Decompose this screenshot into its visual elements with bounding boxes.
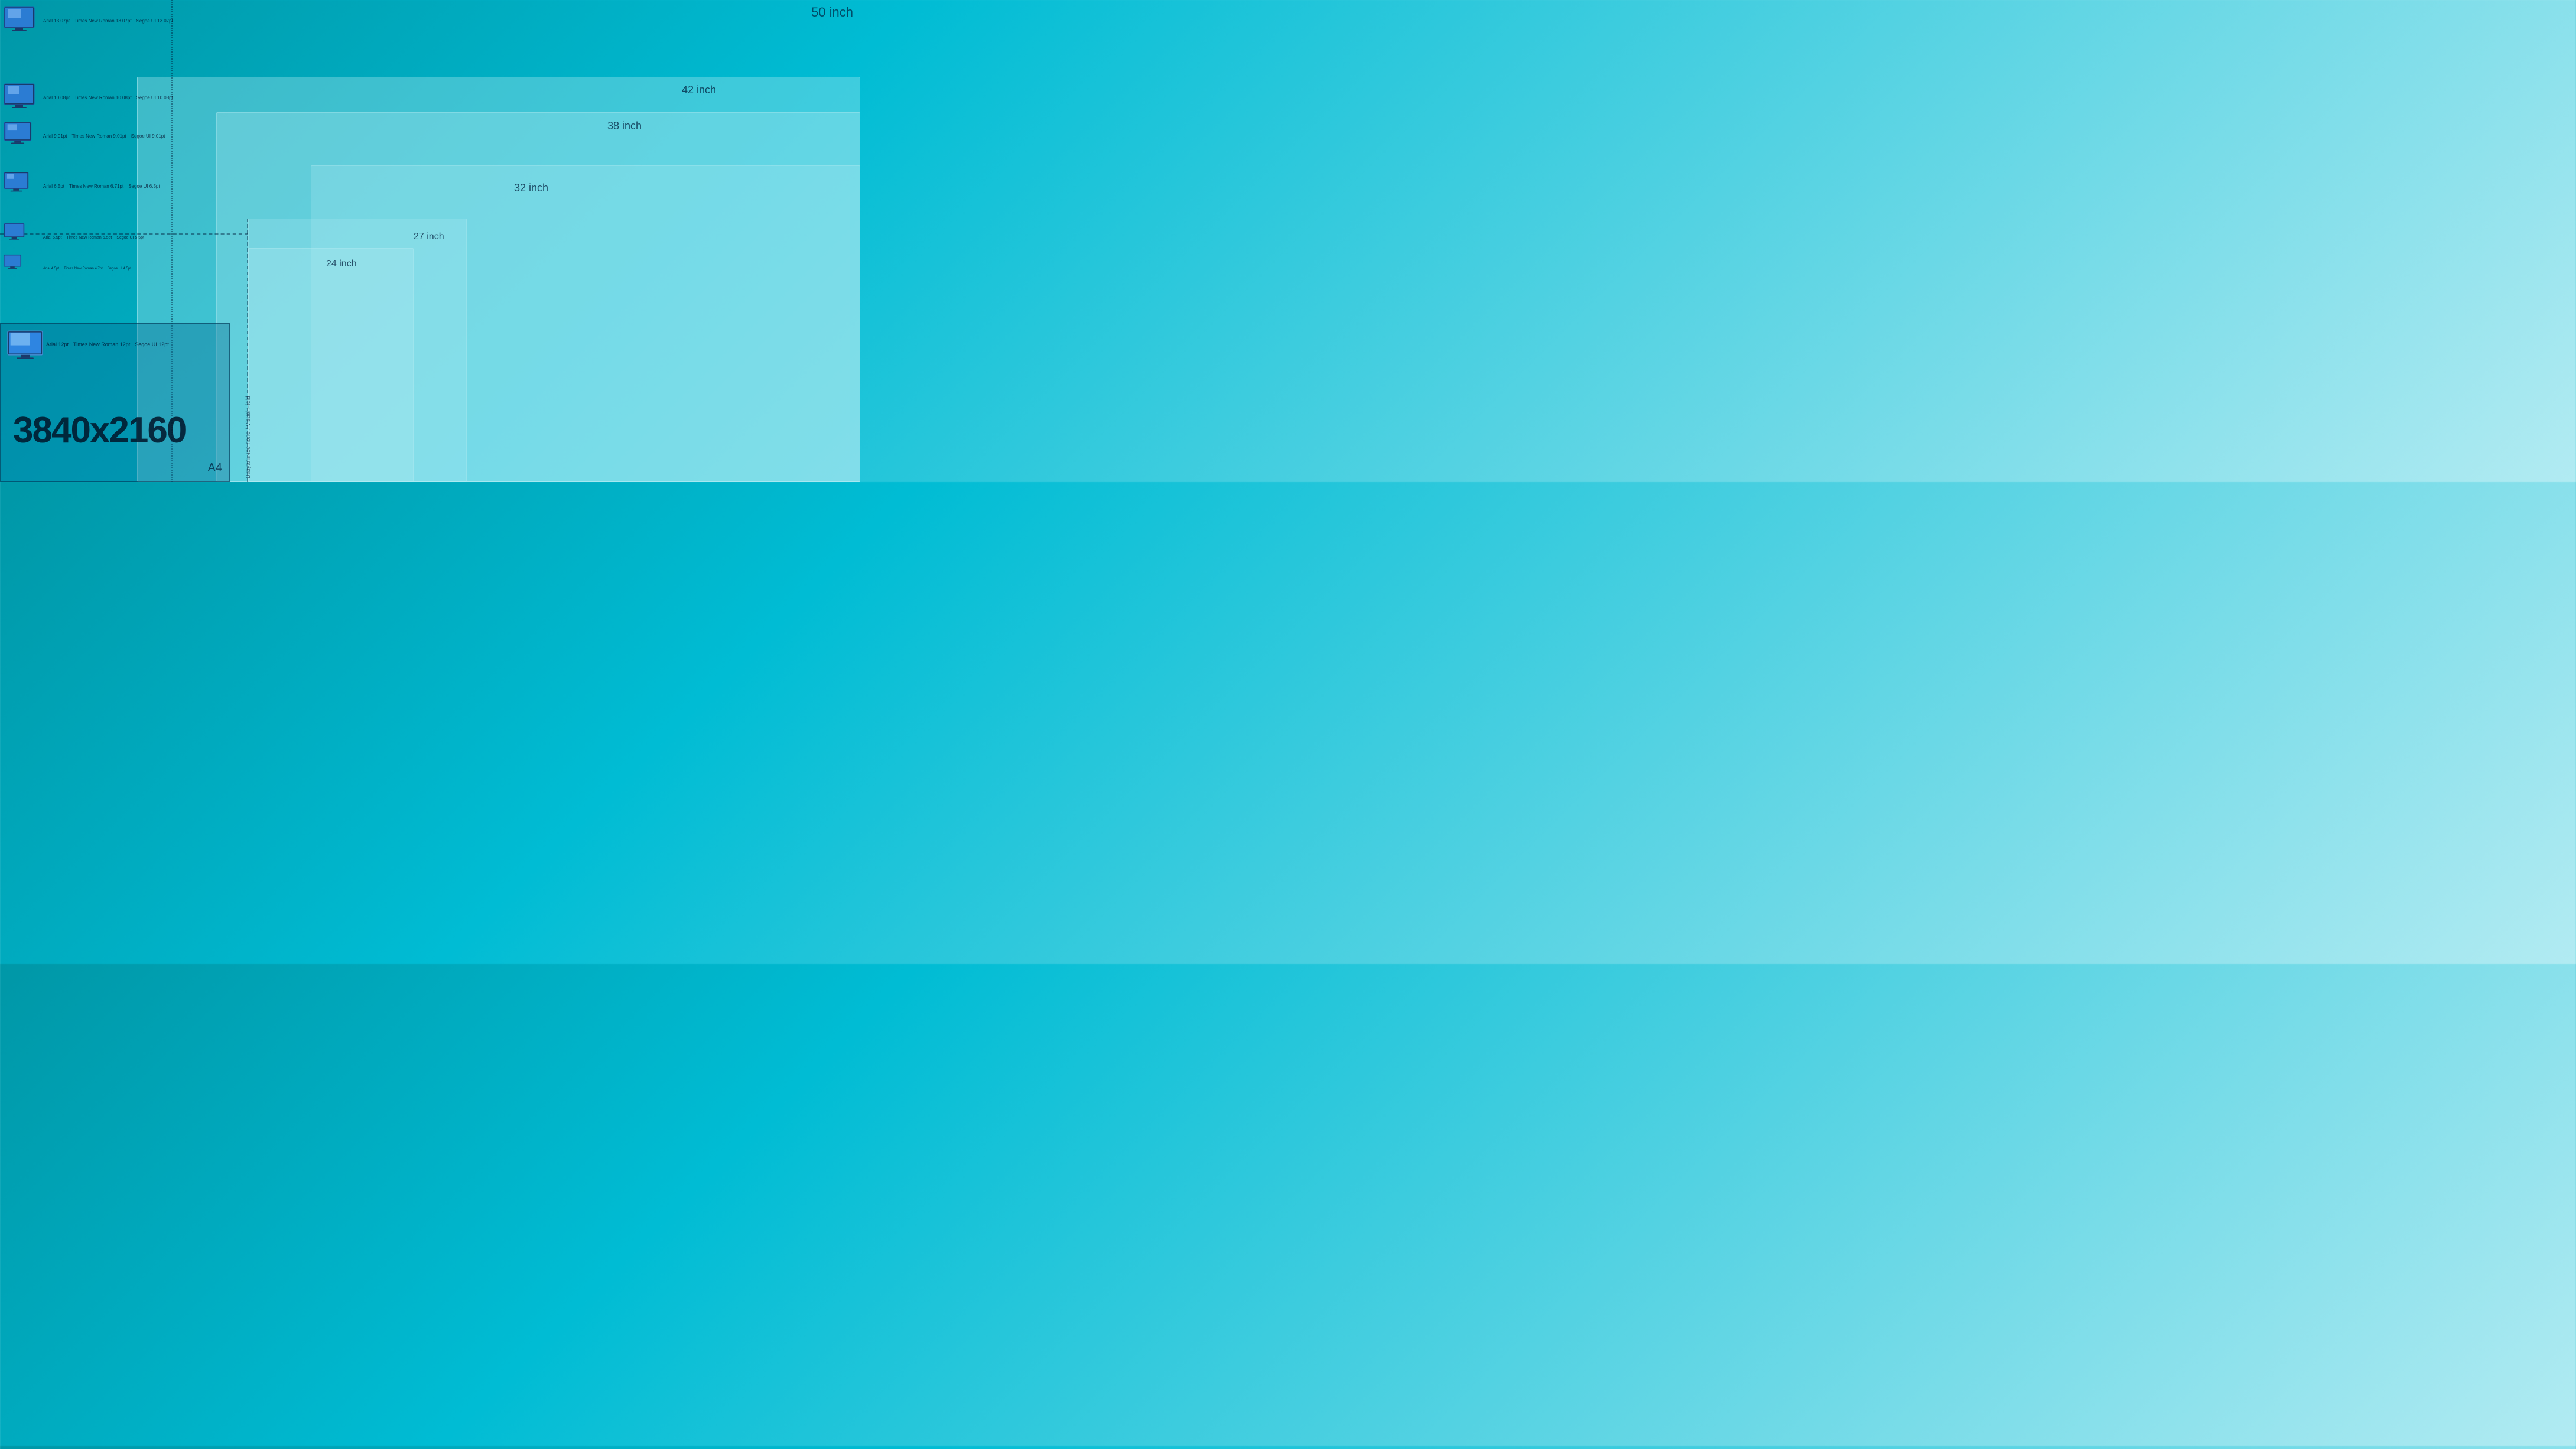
monitor-row-2: Arial 10.08pt Times New Roman 10.08pt Se… — [3, 83, 173, 112]
monitor-icon-current — [6, 330, 41, 359]
monitor-row-5: Arial 5.5pt Times New Roman 5.5pt Segoe … — [3, 223, 144, 252]
arial-label-3: Arial 9.01pt — [43, 133, 67, 139]
segoe-label-4: Segoe UI 6.5pt — [128, 184, 160, 189]
monitor-icon-3 — [3, 121, 38, 151]
visual-field-label: Визуальное поле / Visual Field — [245, 219, 257, 478]
label-32inch: 32 inch — [514, 182, 548, 194]
times-label-1: Times New Roman 13.07pt — [74, 18, 132, 24]
label-24inch: 24 inch — [326, 259, 357, 269]
main-monitor-box: Arial 12pt Times New Roman 12pt Segoe UI… — [0, 323, 230, 482]
monitor-icon-6 — [3, 254, 38, 284]
font-labels-6: Arial 4.5pt Times New Roman 4.7pt Segoe … — [43, 267, 131, 271]
arial-label-4: Arial 6.5pt — [43, 184, 64, 189]
font-labels-5: Arial 5.5pt Times New Roman 5.5pt Segoe … — [43, 236, 144, 240]
times-label-6: Times New Roman 4.7pt — [64, 267, 103, 271]
monitor-icon-1 — [3, 6, 38, 35]
times-label-2: Times New Roman 10.08pt — [74, 95, 132, 100]
times-label-4: Times New Roman 6.71pt — [69, 184, 123, 189]
times-label-3: Times New Roman 9.01pt — [71, 133, 126, 139]
times-label-current: Times New Roman 12pt — [73, 341, 130, 347]
arial-label-2: Arial 10.08pt — [43, 95, 70, 100]
arial-label-5: Arial 5.5pt — [43, 236, 62, 240]
monitor-row-1: Arial 13.07pt Times New Roman 13.07pt Se… — [3, 6, 173, 35]
segoe-label-2: Segoe UI 10.08pt — [136, 95, 173, 100]
font-labels-current: Arial 12pt Times New Roman 12pt Segoe UI… — [46, 341, 169, 347]
font-labels-4: Arial 6.5pt Times New Roman 6.71pt Segoe… — [43, 184, 160, 189]
font-labels-3: Arial 9.01pt Times New Roman 9.01pt Sego… — [43, 133, 165, 139]
segoe-label-5: Segoe UI 5.5pt — [116, 236, 144, 240]
segoe-label-current: Segoe UI 12pt — [135, 341, 169, 347]
monitor-row-3: Arial 9.01pt Times New Roman 9.01pt Sego… — [3, 121, 165, 151]
a4-label: A4 — [208, 461, 222, 475]
arial-label-6: Arial 4.5pt — [43, 267, 59, 271]
font-labels-2: Arial 10.08pt Times New Roman 10.08pt Se… — [43, 95, 173, 100]
monitor-row-4: Arial 6.5pt Times New Roman 6.71pt Segoe… — [3, 171, 160, 201]
screen-24inch — [248, 248, 414, 482]
label-50inch: 50 inch — [811, 5, 853, 20]
segoe-label-3: Segoe UI 9.01pt — [131, 133, 165, 139]
times-label-5: Times New Roman 5.5pt — [67, 236, 112, 240]
label-42inch: 42 inch — [682, 84, 716, 96]
label-38inch: 38 inch — [607, 120, 642, 132]
font-labels-1: Arial 13.07pt Times New Roman 13.07pt Se… — [43, 18, 173, 24]
resolution-text: 3840x2160 — [13, 409, 186, 451]
arial-label-1: Arial 13.07pt — [43, 18, 70, 24]
monitor-icon-4 — [3, 171, 38, 201]
segoe-label-6: Segoe UI 4.5pt — [108, 267, 131, 271]
arial-label-current: Arial 12pt — [46, 341, 69, 347]
monitor-row-current: Arial 12pt Times New Roman 12pt Segoe UI… — [6, 330, 169, 359]
monitor-icon-5 — [3, 223, 38, 252]
label-27inch: 27 inch — [414, 232, 444, 242]
monitor-icon-2 — [3, 83, 38, 112]
segoe-label-1: Segoe UI 13.07pt — [136, 18, 173, 24]
monitor-row-6: Arial 4.5pt Times New Roman 4.7pt Segoe … — [3, 254, 131, 284]
